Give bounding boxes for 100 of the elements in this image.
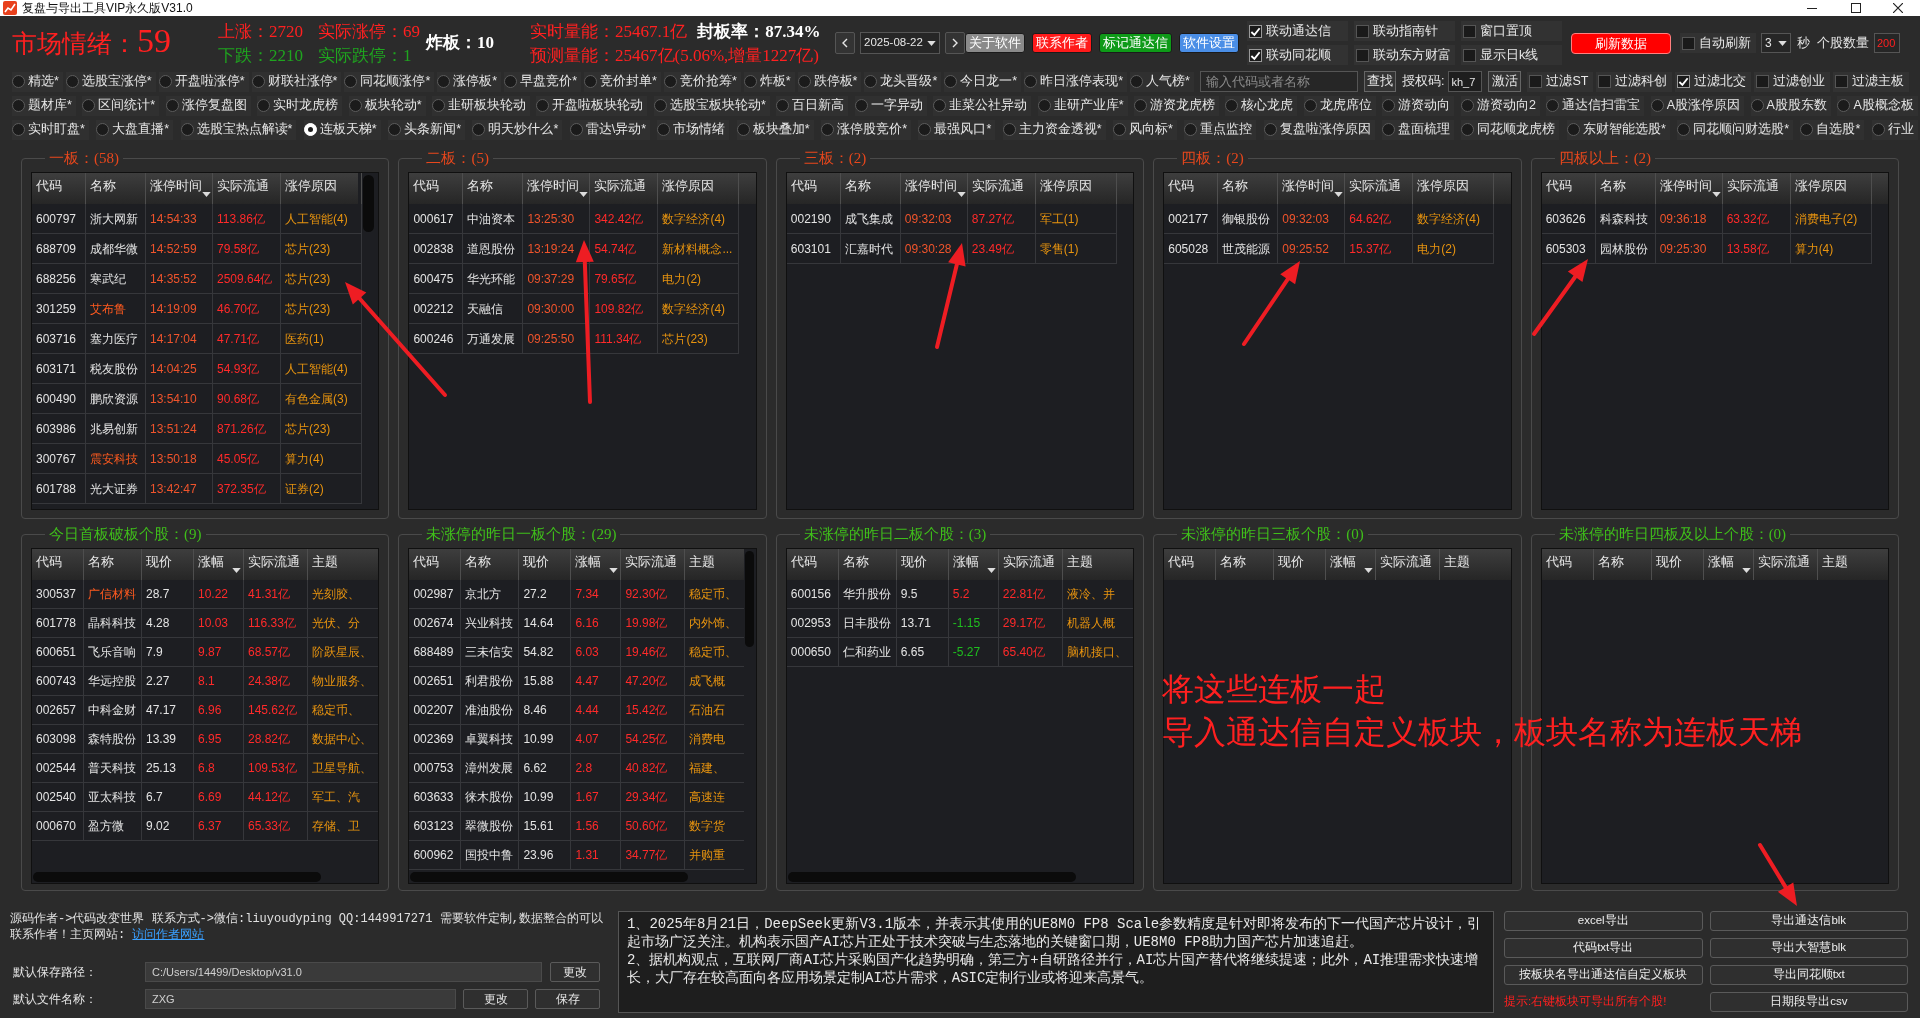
view-radio[interactable]: 通达信扫雷宝 bbox=[1546, 95, 1645, 116]
column-header[interactable]: 名称 bbox=[84, 549, 142, 580]
view-radio[interactable]: 韭研产业库* bbox=[1037, 95, 1128, 116]
view-radio[interactable]: 行业 bbox=[1871, 119, 1918, 140]
license-field[interactable]: kh_7 bbox=[1448, 71, 1483, 92]
column-header[interactable]: 涨停时间 bbox=[900, 173, 968, 204]
column-header[interactable]: 代码 bbox=[32, 173, 86, 204]
view-radio[interactable]: 市场情绪 bbox=[657, 119, 730, 140]
column-header[interactable]: 涨停原因 bbox=[281, 173, 362, 204]
sync-option-checkbox[interactable]: 联动同花顺 bbox=[1247, 45, 1348, 65]
view-radio[interactable]: 韭菜公社异动 bbox=[933, 95, 1032, 116]
search-button[interactable]: 查找 bbox=[1364, 71, 1396, 92]
view-radio[interactable]: 财联社涨停* bbox=[251, 71, 342, 92]
column-header[interactable]: 实际流通 bbox=[998, 549, 1063, 580]
column-header[interactable]: 名称 bbox=[838, 549, 897, 580]
view-radio[interactable]: A股涨停原因 bbox=[1650, 95, 1745, 116]
column-header[interactable]: 代码 bbox=[32, 549, 84, 580]
column-header[interactable]: 代码 bbox=[1541, 549, 1594, 580]
export-button[interactable]: 导出通达信blk bbox=[1709, 911, 1908, 931]
view-radio[interactable]: 一字异动 bbox=[854, 95, 927, 116]
sync-option-checkbox[interactable]: 联动指南针 bbox=[1354, 21, 1455, 41]
column-header[interactable]: 代码 bbox=[1541, 173, 1596, 204]
view-radio[interactable]: 明天炒什么* bbox=[472, 119, 563, 140]
view-radio[interactable]: 复盘啦涨停原因 bbox=[1263, 119, 1375, 140]
filter-checkbox[interactable]: 过滤科创 bbox=[1596, 71, 1673, 92]
view-radio[interactable]: 雷达\异动* bbox=[569, 119, 651, 140]
column-header[interactable]: 名称 bbox=[1216, 549, 1275, 580]
author-website-link[interactable]: 访问作者网站 bbox=[132, 928, 205, 942]
column-header[interactable]: 代码 bbox=[409, 173, 464, 204]
column-header[interactable]: 名称 bbox=[463, 173, 524, 204]
view-radio[interactable]: 游资龙虎榜 bbox=[1134, 95, 1219, 116]
column-header[interactable]: 现价 bbox=[519, 549, 572, 580]
view-radio[interactable]: 选股宝涨停* bbox=[65, 71, 156, 92]
view-radio[interactable]: 跌停板* bbox=[797, 71, 862, 92]
save-button[interactable]: 保存 bbox=[535, 989, 600, 1009]
column-header[interactable]: 涨幅 bbox=[1703, 549, 1754, 580]
column-header[interactable]: 涨停原因 bbox=[1035, 173, 1117, 204]
sync-option-checkbox[interactable]: 联动通达信 bbox=[1247, 21, 1348, 41]
auto-refresh-checkbox[interactable]: 自动刷新 bbox=[1680, 33, 1756, 53]
column-header[interactable]: 涨幅 bbox=[571, 549, 622, 580]
view-radio[interactable]: 游资动向 bbox=[1382, 95, 1455, 116]
scrollbar-thumb[interactable] bbox=[362, 175, 374, 232]
export-button[interactable]: 导出大智慧blk bbox=[1709, 938, 1908, 958]
column-header[interactable]: 主题 bbox=[308, 549, 379, 580]
column-header[interactable]: 主题 bbox=[1062, 549, 1134, 580]
column-header[interactable]: 实际流通 bbox=[213, 173, 281, 204]
column-header[interactable]: 代码 bbox=[1164, 549, 1217, 580]
view-radio[interactable]: 自选股* bbox=[1800, 119, 1865, 140]
change-name-button[interactable]: 更改 bbox=[463, 989, 528, 1009]
scrollbar-thumb[interactable] bbox=[787, 871, 1076, 882]
scrollbar-thumb[interactable] bbox=[33, 871, 321, 882]
previous-date-button[interactable] bbox=[835, 32, 855, 54]
filter-checkbox[interactable]: 过滤ST bbox=[1527, 71, 1594, 92]
view-radio[interactable]: 连板天梯* bbox=[303, 119, 381, 140]
view-radio[interactable]: 重点监控 bbox=[1184, 119, 1257, 140]
search-field[interactable]: 输入代码或者名称 bbox=[1200, 71, 1358, 92]
view-radio[interactable]: 主力资金透视* bbox=[1002, 119, 1106, 140]
column-header[interactable]: 涨停时间 bbox=[1278, 173, 1346, 204]
column-header[interactable]: 涨幅 bbox=[948, 549, 999, 580]
view-radio[interactable]: 选股宝板块轮动* bbox=[653, 95, 770, 116]
interval-select[interactable]: 3 bbox=[1761, 33, 1791, 53]
view-radio[interactable]: 游资动向2 bbox=[1460, 95, 1540, 116]
view-radio[interactable]: A股股东数 bbox=[1750, 95, 1831, 116]
column-header[interactable]: 涨停原因 bbox=[658, 173, 740, 204]
column-header[interactable]: 涨停时间 bbox=[146, 173, 213, 204]
view-radio[interactable]: 韭研板块轮动 bbox=[431, 95, 530, 116]
column-header[interactable]: 实际流通 bbox=[967, 173, 1036, 204]
view-radio[interactable]: 盘面梳理 bbox=[1382, 119, 1455, 140]
next-date-button[interactable] bbox=[945, 32, 965, 54]
view-radio[interactable]: 开盘啦涨停* bbox=[158, 71, 249, 92]
column-header[interactable]: 代码 bbox=[409, 549, 462, 580]
column-header[interactable]: 名称 bbox=[461, 549, 520, 580]
column-header[interactable]: 现价 bbox=[896, 549, 949, 580]
column-header[interactable]: 实际流通 bbox=[1376, 549, 1441, 580]
view-radio[interactable]: 同花顺问财选股* bbox=[1677, 119, 1794, 140]
column-header[interactable]: 实际流通 bbox=[1753, 549, 1818, 580]
view-radio[interactable]: 今日龙一* bbox=[944, 71, 1022, 92]
scrollbar-thumb[interactable] bbox=[410, 871, 689, 882]
view-radio[interactable]: 板块轮动* bbox=[348, 95, 426, 116]
view-radio[interactable]: 炸板* bbox=[743, 71, 795, 92]
filter-checkbox[interactable]: 过滤主板 bbox=[1833, 71, 1910, 92]
view-radio[interactable]: 竞价抢筹* bbox=[663, 71, 741, 92]
view-radio[interactable]: 涨停复盘图 bbox=[165, 95, 251, 116]
column-header[interactable]: 现价 bbox=[1274, 549, 1327, 580]
refresh-data-button[interactable]: 刷新数据 bbox=[1571, 32, 1671, 54]
view-radio[interactable]: 核心龙虎 bbox=[1225, 95, 1298, 116]
view-radio[interactable]: 早盘竞价* bbox=[504, 71, 582, 92]
sync-option-checkbox[interactable]: 显示日k线 bbox=[1461, 45, 1562, 65]
column-header[interactable]: 主题 bbox=[1817, 549, 1889, 580]
view-radio[interactable]: 大盘直播* bbox=[96, 119, 174, 140]
sync-option-checkbox[interactable]: 窗口置顶 bbox=[1461, 21, 1562, 41]
scrollbar-thumb[interactable] bbox=[745, 551, 755, 647]
column-header[interactable]: 涨幅 bbox=[1326, 549, 1377, 580]
view-radio[interactable]: 同花顺龙虎榜 bbox=[1461, 119, 1560, 140]
view-radio[interactable]: 风向标* bbox=[1112, 119, 1177, 140]
view-radio[interactable]: 涨停股竞价* bbox=[821, 119, 911, 140]
view-radio[interactable]: 百日新高 bbox=[776, 95, 849, 116]
column-header[interactable]: 涨停时间 bbox=[1655, 173, 1723, 204]
view-radio[interactable]: 头条新闻* bbox=[388, 119, 465, 140]
view-radio[interactable]: 选股宝热点解读* bbox=[180, 119, 297, 140]
